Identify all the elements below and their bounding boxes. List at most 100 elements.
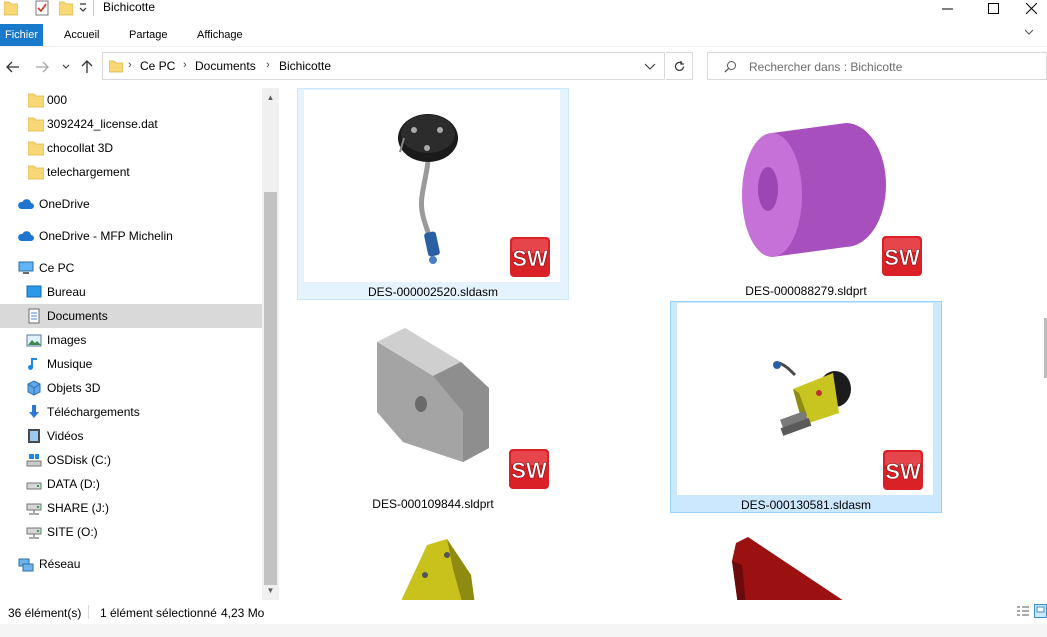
details-view-icon[interactable] [1016,605,1030,618]
sidebar-item-label: Musique [47,357,93,371]
sidebar-item-musique[interactable]: Musique [0,352,262,376]
sidebar-item-share[interactable]: SHARE (J:) [0,496,262,520]
sidebar-item-telechargement[interactable]: telechargement [0,160,262,184]
minimize-button[interactable] [924,0,970,16]
cloud-icon [18,199,34,209]
file-name: DES-000088279.sldprt [745,284,867,298]
sidebar-item-label: Objets 3D [47,381,101,395]
tab-affichage[interactable]: Affichage [191,24,249,46]
svg-text:SW: SW [512,246,548,271]
sidebar-item-chocollat-3d[interactable]: chocollat 3D [0,136,262,160]
folder-icon [28,117,44,132]
sidebar-item-label: 000 [47,93,68,107]
sidebar-item-onedrive-michelin[interactable]: OneDrive - MFP Michelin [0,224,262,248]
sidebar-item-osdisk[interactable]: OSDisk (C:) [0,448,262,472]
folder-icon [28,93,44,108]
sidebar-item-images[interactable]: Images [0,328,262,352]
solidworks-icon: SW [882,236,922,276]
maximize-button[interactable] [970,0,1016,16]
search-box[interactable]: Rechercher dans : Bichicotte [707,52,1047,80]
sidebar-item-label: OneDrive - MFP Michelin [39,229,173,243]
sidebar-item-site[interactable]: SITE (O:) [0,520,262,544]
window-title: Bichicotte [103,0,156,14]
scrollbar-thumb[interactable] [264,192,277,585]
sidebar-item-label: telechargement [47,165,130,179]
network-drive-icon [26,527,42,539]
address-bar[interactable]: › Ce PC › Documents › Bichicotte [102,52,665,80]
back-arrow-icon[interactable] [6,60,20,74]
sidebar-item-onedrive[interactable]: OneDrive [0,192,262,216]
refresh-button[interactable] [666,52,693,80]
svg-text:SW: SW [511,458,547,483]
downloads-icon [29,405,39,418]
sidebar-item-label: SITE (O:) [47,525,98,539]
sidebar-item-label: Ce PC [39,261,75,275]
file-tile[interactable]: SW DES-000088279.sldprt [670,88,942,300]
scroll-up-icon[interactable]: ▲ [266,93,275,102]
drive-icon [26,482,42,490]
breadcrumb-chevron-icon[interactable]: › [128,59,132,71]
computer-icon [18,261,34,274]
sidebar-item-000[interactable]: 000 [0,88,262,112]
breadcrumb-ce-pc[interactable]: Ce PC [140,59,175,73]
sidebar-item-label: 3092424_license.dat [47,117,158,131]
close-button[interactable] [1016,0,1047,16]
large-icons-view-icon[interactable] [1034,604,1047,618]
tab-partage[interactable]: Partage [123,24,174,46]
title-separator [93,0,94,16]
sidebar-item-documents[interactable]: Documents [0,304,262,328]
breadcrumb-chevron-icon[interactable]: › [266,59,270,71]
solidworks-icon: SW [510,237,550,277]
address-dropdown-icon[interactable] [644,62,656,72]
selection-size: 4,23 Mo [221,606,265,620]
file-name: DES-000130581.sldasm [740,498,872,512]
solidworks-icon: SW [883,450,923,490]
up-arrow-icon[interactable] [80,60,94,74]
sidebar-item-license[interactable]: 3092424_license.dat [0,112,262,136]
sidebar-item-objets-3d[interactable]: Objets 3D [0,376,262,400]
sidebar-item-label: OSDisk (C:) [47,453,111,467]
part-thumbnail-icon [401,539,475,600]
drive-icon [26,454,42,467]
title-bar: Bichicotte [0,0,1047,20]
network-icon [18,558,34,572]
recent-locations-chevron-icon[interactable] [61,62,71,72]
file-tile[interactable] [670,514,942,600]
sidebar-item-videos[interactable]: Vidéos [0,424,262,448]
item-count: 36 élément(s) [8,606,82,620]
new-folder-icon[interactable] [59,0,73,16]
network-drive-icon [26,503,42,515]
sidebar-scrollbar[interactable]: ▲ ▼ [262,88,279,600]
file-tile[interactable]: SW DES-000002520.sldasm [297,88,569,300]
music-icon [28,358,37,370]
sidebar-item-ce-pc[interactable]: Ce PC [0,256,262,280]
part-thumbnail-icon [732,537,843,600]
sidebar-item-label: SHARE (J:) [47,501,110,515]
folder-icon[interactable] [4,0,18,16]
file-tile[interactable]: SW DES-000109844.sldprt [297,301,569,513]
breadcrumb-bichicotte[interactable]: Bichicotte [279,59,331,73]
sidebar-item-label: Vidéos [47,429,84,443]
svg-text:SW: SW [884,245,920,270]
tab-accueil[interactable]: Accueil [58,24,105,46]
forward-arrow-icon[interactable] [35,60,49,74]
minimize-icon [941,8,953,9]
scroll-down-icon[interactable]: ▼ [266,586,275,595]
sidebar-item-data[interactable]: DATA (D:) [0,472,262,496]
properties-icon[interactable] [34,0,50,16]
customize-dropdown-icon[interactable] [78,0,88,16]
expand-ribbon-icon[interactable] [1024,28,1034,36]
breadcrumb-chevron-icon[interactable]: › [183,59,187,71]
breadcrumb-documents[interactable]: Documents [195,59,256,73]
file-tile[interactable] [297,514,569,600]
sidebar-item-label: Bureau [47,285,86,299]
file-tile[interactable]: SW DES-000130581.sldasm [670,301,942,513]
sidebar-item-telechargements[interactable]: Téléchargements [0,400,262,424]
sidebar-item-bureau[interactable]: Bureau [0,280,262,304]
svg-text:SW: SW [885,459,921,484]
sidebar-item-reseau[interactable]: Réseau [0,552,262,576]
tab-fichier[interactable]: Fichier [0,24,44,46]
sidebar-item-label: Réseau [39,557,81,571]
sidebar-item-label: DATA (D:) [47,477,100,491]
sidebar-item-label: Téléchargements [47,405,140,419]
